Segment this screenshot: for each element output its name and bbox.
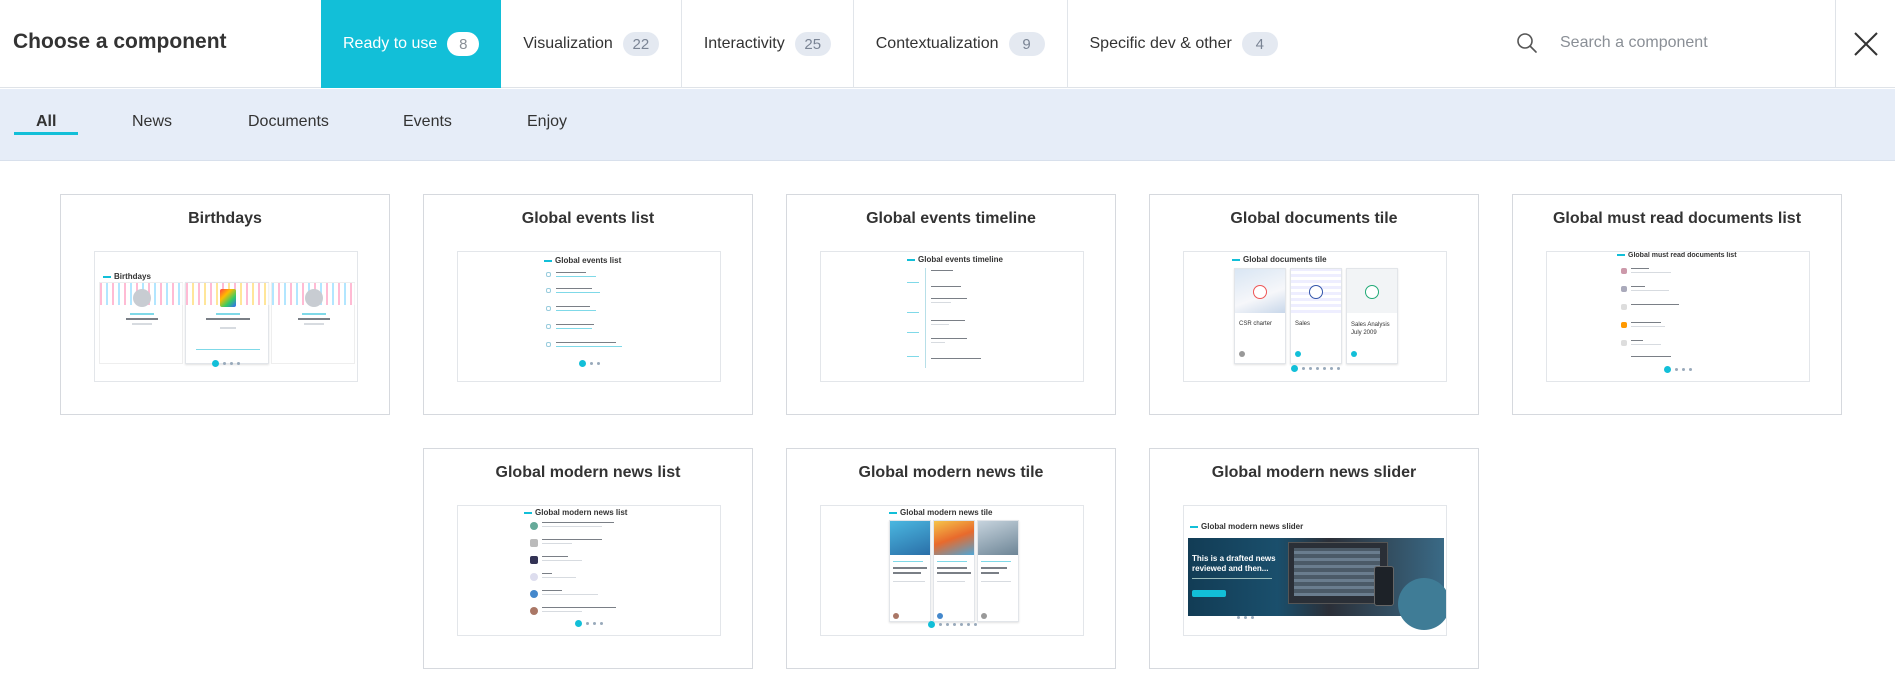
card-preview: Global modern news list: [457, 505, 721, 636]
preview-news-tile: [933, 520, 975, 622]
card-title: Global modern news tile: [858, 464, 1044, 481]
card-title: Global modern news list: [495, 464, 681, 481]
component-card-global-modern-news-list[interactable]: Global modern news list Global modern ne…: [423, 448, 753, 669]
close-icon: [1853, 32, 1878, 56]
filter-subnav: All News Documents Events Enjoy: [0, 89, 1895, 161]
preview-title: Global events list: [544, 256, 621, 265]
card-title: Global modern news slider: [1211, 464, 1417, 481]
preview-slider-banner: This is a drafted news reviewed and then…: [1188, 538, 1446, 630]
preview-title: Global must read documents list: [1617, 252, 1737, 259]
filter-documents[interactable]: Documents: [248, 113, 329, 131]
card-preview: Global events timeline: [820, 251, 1084, 382]
preview-news-tile: [889, 520, 931, 622]
filter-news[interactable]: News: [132, 113, 172, 131]
card-title: Birthdays: [188, 210, 262, 227]
card-preview: Birthdays: [94, 251, 358, 382]
preview-title: Global modern news list: [524, 508, 627, 517]
component-card-global-modern-news-slider[interactable]: Global modern news slider Global modern …: [1149, 448, 1479, 669]
card-preview: Global modern news tile: [820, 505, 1084, 636]
preview-document-tile: Sales: [1290, 268, 1342, 364]
tab-label: Specific dev & other: [1089, 35, 1232, 52]
search-input[interactable]: [1560, 28, 1810, 58]
carousel-dots: [821, 616, 1083, 634]
count-badge: 9: [1008, 32, 1045, 56]
component-card-global-events-timeline[interactable]: Global events timeline Global events tim…: [786, 194, 1116, 415]
carousel-dots: [458, 355, 720, 373]
carousel-dots: [1547, 361, 1809, 379]
preview-title: Global modern news slider: [1190, 522, 1303, 531]
preview-title: Global documents tile: [1232, 255, 1327, 264]
card-title: Global documents tile: [1230, 210, 1398, 227]
component-card-global-documents-tile[interactable]: Global documents tile Global documents t…: [1149, 194, 1479, 415]
filter-events[interactable]: Events: [403, 113, 452, 131]
preview-document-tile: CSR charter: [1234, 268, 1286, 364]
preview-title: Birthdays: [103, 272, 151, 281]
carousel-dots: [458, 615, 720, 633]
tab-label: Contextualization: [875, 35, 999, 52]
card-title: Global must read documents list: [1552, 210, 1802, 227]
close-button[interactable]: [1835, 0, 1895, 88]
tab-ready-to-use[interactable]: Ready to use 8: [321, 0, 502, 88]
tab-label: Interactivity: [703, 35, 785, 52]
component-card-birthdays[interactable]: Birthdays Birthdays: [60, 194, 390, 415]
card-preview: Global modern news slider This is a draf…: [1183, 505, 1447, 636]
tab-label: Ready to use: [343, 35, 438, 52]
card-preview: Global events list: [457, 251, 721, 382]
card-preview: Global must read documents list: [1546, 251, 1810, 382]
active-filter-underline: [14, 132, 78, 135]
preview-birthday-card: [185, 282, 270, 364]
tab-label: Visualization: [523, 35, 613, 52]
tab-visualization[interactable]: Visualization 22: [501, 0, 682, 88]
tab-specific-dev[interactable]: Specific dev & other 4: [1068, 0, 1300, 88]
category-tabs: Ready to use 8 Visualization 22 Interact…: [321, 0, 1300, 88]
preview-title: Global modern news tile: [889, 508, 992, 517]
component-card-global-events-list[interactable]: Global events list Global events list: [423, 194, 753, 415]
page-title: Choose a component: [13, 30, 227, 53]
card-title: Global events list: [521, 210, 655, 227]
count-badge: 22: [622, 32, 659, 56]
preview-title: Global events timeline: [907, 255, 1003, 264]
filter-enjoy[interactable]: Enjoy: [527, 113, 567, 131]
carousel-dots: [1184, 360, 1446, 378]
component-card-global-modern-news-tile[interactable]: Global modern news tile Global modern ne…: [786, 448, 1116, 669]
tab-interactivity[interactable]: Interactivity 25: [682, 0, 854, 88]
component-card-global-must-read-documents-list[interactable]: Global must read documents list Global m…: [1512, 194, 1842, 415]
count-badge: 8: [447, 32, 480, 56]
preview-news-tile: [977, 520, 1019, 622]
preview-birthday-card: [99, 282, 184, 364]
preview-document-tile: Sales Analysis July 2009: [1346, 268, 1398, 364]
card-preview: Global documents tile CSR charter Sales …: [1183, 251, 1447, 382]
search-icon[interactable]: [1516, 32, 1538, 54]
preview-birthday-card: [271, 282, 356, 364]
tab-contextualization[interactable]: Contextualization 9: [854, 0, 1068, 88]
count-badge: 25: [794, 32, 831, 56]
header-bar: Choose a component Ready to use 8 Visual…: [0, 0, 1895, 88]
card-title: Global events timeline: [866, 210, 1036, 227]
filter-all[interactable]: All: [36, 113, 56, 131]
carousel-dots: [95, 355, 357, 373]
count-badge: 4: [1241, 32, 1278, 56]
